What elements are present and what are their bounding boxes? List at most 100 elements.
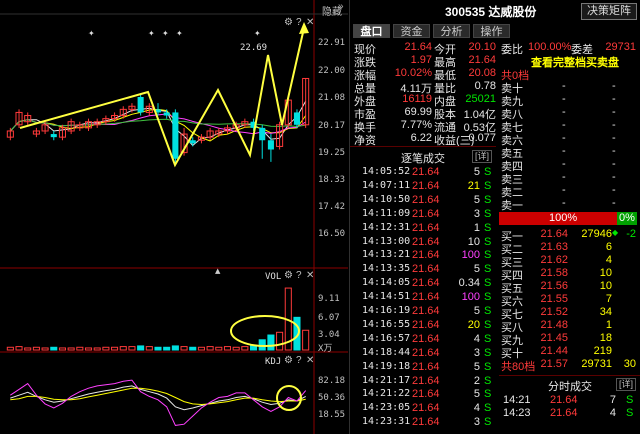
volume-bar [84,347,93,351]
tab-funds[interactable]: 资金 [393,24,430,38]
panel-tabs: 盘口 资金 分析 操作 [353,24,510,38]
buy-level-volume: 10 [599,280,612,292]
quote-value: 0.78 [474,80,496,92]
sell-level-price: - [562,171,566,183]
tab-operation[interactable]: 操作 [473,24,510,38]
trade-volume: 5 [473,388,480,401]
vol-indicator-label[interactable]: VOL [265,272,281,282]
volume-bar [128,346,136,351]
kdj-help-icon[interactable]: ? [296,355,302,366]
candle-body [267,140,274,150]
trade-price: 21.64 [412,388,440,401]
trade-price: 21.64 [412,291,440,304]
event-marker: ✦ [162,29,169,38]
full-orderbook-link[interactable]: 查看完整档买卖盘 [531,54,619,69]
volume-bar [119,346,127,351]
collapse-arrows-icon[interactable]: » [338,1,344,12]
volume-bar [58,347,66,351]
vol-gear-icon[interactable]: ⚙ [284,270,293,281]
volume-bar [250,345,258,351]
kdj-indicator-label[interactable]: KDJ [265,357,281,367]
kline-chart-area[interactable]: ✦ ✦ ✦ ✦ ✦ ▲ 隐藏 » ⚙ ? ✕ 22.91 22.00 21.08 20.1… [0,0,348,434]
sell-level-volume: - [612,171,616,183]
trade-price: 21.64 [412,166,440,178]
quote-label: 今开 [434,44,456,56]
trade-side: S [484,318,492,331]
help-icon[interactable]: ? [296,17,302,28]
trade-side: S [484,179,492,192]
sell-level-volume: - [612,132,616,144]
trade-side: S [484,291,492,304]
vol-help-icon[interactable]: ? [296,270,302,281]
buy-level-price: 21.55 [540,293,568,305]
trade-volume: 5 [473,305,480,317]
quote-value: 0.53亿 [463,122,496,134]
trade-price: 21.64 [412,318,440,331]
buy-level-price: 21.44 [540,345,568,357]
candle-body [172,112,179,159]
buy-level-change: -2 [626,228,636,240]
volume-bar [15,346,23,351]
kdj-close-icon[interactable]: ✕ [306,355,314,366]
trade-side: S [484,305,492,317]
trade-side: S [484,221,492,234]
buy-level-price: 21.62 [540,254,568,266]
buy-total-price: 21.57 [540,358,568,370]
trade-side: S [484,166,492,178]
price-axis-label: 16.50 [318,229,346,239]
trade-price: 21.64 [412,221,440,234]
stock-title: 300535 达威股份 [445,3,536,20]
minute-trades-detail-button[interactable]: [详] [616,378,637,391]
sell-level-volume: - [612,158,616,170]
sell-level-price: - [562,184,566,196]
kline-chart-svg[interactable]: ✦ ✦ ✦ ✦ ✦ ▲ [0,0,348,434]
vol-close-icon[interactable]: ✕ [306,270,314,281]
trade-volume: 2 [473,374,480,387]
decision-matrix-button[interactable]: 决策矩阵 [581,3,637,20]
quote-label: 最低 [434,70,456,82]
trade-time: 14:21:22 [362,388,411,400]
kdj-line [10,379,307,426]
kdj-axis-label: 82.18 [318,376,346,386]
panel-header: 300535 达威股份 决策矩阵 [350,0,640,20]
tab-handicap[interactable]: 盘口 [353,24,390,38]
gear-icon[interactable]: ⚙ [284,17,293,28]
trade-volume: 3 [473,346,480,359]
trade-time: 14:23:05 [362,402,411,414]
buy-level-label: 买十 [501,348,523,360]
sell-level-label: 卖九 [501,96,523,108]
buy-level-volume: 1 [605,319,612,331]
close-icon[interactable]: ✕ [306,17,314,28]
trade-volume: 5 [473,193,480,206]
event-marker: ✦ [148,29,155,38]
trade-volume: 100 [461,291,480,304]
sell-level-label: 卖一 [501,200,523,212]
divider [499,375,640,376]
price-axis-label: 17.42 [318,202,346,212]
volume-bar [93,347,101,351]
trade-time: 14:18:44 [362,346,411,358]
candle-body [50,134,57,138]
trade-time: 14:13:21 [362,249,411,261]
buy-level-label: 买九 [501,335,523,347]
quote-label: 内盘 [434,96,456,108]
trade-volume: 5 [473,263,480,276]
quote-label: 涨跌 [354,57,376,69]
price-axis-label: 19.25 [318,148,346,158]
sell-level-price: - [562,119,566,131]
minute-trade-time: 14:23 [503,407,531,419]
down-arrow-icon: ◆ [612,228,619,237]
buy-level-label: 买八 [501,322,523,334]
trade-side: S [484,263,492,276]
buy-total-count: 30 [623,358,636,370]
sell-level-label: 卖十 [501,83,523,95]
quote-value: 20.08 [468,67,496,79]
volume-bar [137,345,145,351]
tab-analysis[interactable]: 分析 [433,24,470,38]
kdj-gear-icon[interactable]: ⚙ [284,355,293,366]
sell-level-label: 卖七 [501,122,523,134]
minute-trade-price: 21.64 [550,394,578,406]
trade-volume: 0.34 [458,277,480,290]
trades-detail-button[interactable]: [详] [472,150,493,163]
buy-level-label: 买七 [501,309,523,321]
